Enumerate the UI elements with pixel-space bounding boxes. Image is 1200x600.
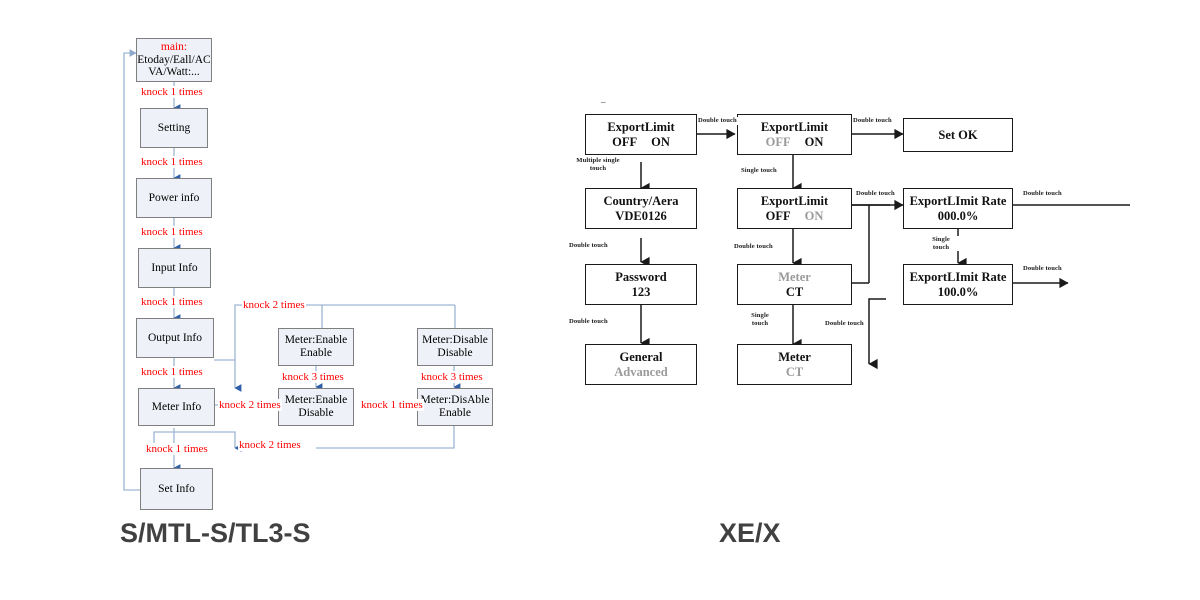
edge-label-e3-to-rate: Double touch [855, 190, 896, 198]
edge-label-bottom-return: knock 2 times [238, 439, 302, 451]
node-country-aera[interactable]: Country/Aera VDE0126 [585, 188, 697, 229]
node-country-aera-value: VDE0126 [615, 208, 667, 223]
node-meter-ct-2-title: Meter [778, 349, 811, 364]
node-exportlimit-2[interactable]: ExportLimit OFF ON [737, 114, 852, 155]
edge-label-country-to-e1: Multiple single touch [568, 157, 628, 173]
edge-label-output-to-meter: knock 1 times [140, 366, 204, 378]
node-rate-000-title: ExportLImit Rate [909, 193, 1007, 208]
edge-label-enabledisable-up: knock 3 times [281, 371, 345, 383]
node-exportlimit-3-values: OFF ON [766, 209, 824, 224]
edge-label-power-to-input: knock 1 times [140, 226, 204, 238]
edge-label-general-to-password: Double touch [568, 318, 609, 326]
node-power-info[interactable]: Power info [136, 178, 212, 218]
node-meter-enable-enable[interactable]: Meter:Enable Enable [278, 328, 354, 366]
edge-label-meter2-to-rate: Double touch [824, 320, 865, 328]
edge-label-rate000-to-rate100: Single touch [923, 236, 959, 252]
node-meter-info[interactable]: Meter Info [138, 388, 215, 426]
node-rate-000[interactable]: ExportLImit Rate 000.0% [903, 188, 1013, 229]
node-exportlimit-2-on: ON [804, 134, 824, 149]
node-power-info-label: Power info [148, 191, 200, 204]
edge-label-rate000-out: Double touch [1022, 190, 1063, 198]
node-main-line2: Etoday/Eall/AC [137, 53, 211, 66]
node-meter-disable-disable-line1: Meter:Disable [422, 334, 488, 347]
node-exportlimit-3-title: ExportLimit [760, 193, 829, 208]
node-input-info[interactable]: Input Info [138, 248, 211, 288]
node-exportlimit-2-title: ExportLimit [760, 119, 829, 134]
node-main[interactable]: main: Etoday/Eall/AC VA/Watt:... [136, 38, 212, 82]
node-exportlimit-1[interactable]: ExportLimit OFF ON [585, 114, 697, 155]
edge-label-rate100-out: Double touch [1022, 265, 1063, 273]
edge-label-e2-to-setok: Double touch [852, 117, 893, 125]
node-meter-enable-enable-line1: Meter:Enable [284, 334, 348, 347]
node-set-info[interactable]: Set Info [140, 468, 213, 510]
node-setting[interactable]: Setting [140, 108, 208, 148]
node-set-ok-label: Set OK [938, 127, 978, 142]
edge-label-e3-to-meter: Double touch [733, 243, 774, 251]
edge-label-main-to-setting: knock 1 times [140, 86, 204, 98]
node-general-advanced-value: Advanced [614, 364, 668, 379]
node-meter-disable-disable[interactable]: Meter:Disable Disable [417, 328, 493, 366]
edge-label-disableenable-up: knock 3 times [420, 371, 484, 383]
edge-label-e1-to-e2: Double touch [697, 117, 738, 125]
node-exportlimit-1-on: ON [651, 134, 670, 149]
node-output-info-label: Output Info [148, 331, 202, 344]
node-password[interactable]: Password 123 [585, 264, 697, 305]
node-main-line1: main: [160, 40, 188, 53]
node-input-info-label: Input Info [151, 261, 198, 274]
edge-label-e2-to-e3: Single touch [740, 167, 778, 175]
node-exportlimit-3[interactable]: ExportLimit OFF ON [737, 188, 852, 229]
edge-label-input-to-output: knock 1 times [140, 296, 204, 308]
node-set-ok[interactable]: Set OK [903, 118, 1013, 152]
edge-label-meterinfo-to-enabledisable: knock 2 times [218, 399, 282, 411]
node-meter-enable-disable[interactable]: Meter:Enable Disable [278, 388, 354, 426]
node-exportlimit-1-values: OFF ON [612, 135, 670, 150]
node-country-aera-title: Country/Aera [603, 193, 679, 208]
stray-mark: – [601, 97, 606, 107]
edge-label-meter-to-set: knock 1 times [145, 443, 209, 455]
node-password-value: 123 [631, 284, 651, 299]
node-meter-info-label: Meter Info [151, 400, 202, 413]
edge-label-top-branch: knock 2 times [242, 299, 306, 311]
node-main-line3: VA/Watt:... [148, 66, 200, 79]
node-meter-ct-1-title: Meter [778, 269, 811, 284]
node-meter-enable-disable-line2: Disable [298, 407, 334, 419]
node-meter-disable-enable[interactable]: Meter:DisAble Enable [417, 388, 493, 426]
node-meter-disable-enable-line1: Meter:DisAble [420, 394, 490, 407]
node-meter-disable-enable-line2: Enable [439, 407, 471, 419]
node-general-advanced-title: General [619, 349, 663, 364]
node-exportlimit-3-on: ON [804, 208, 824, 223]
chart-title-right: XE/X [719, 518, 781, 548]
node-exportlimit-3-off: OFF [765, 208, 791, 223]
edge-label-enabledisable-to-disable: knock 1 times [360, 399, 424, 411]
node-meter-disable-disable-line2: Disable [437, 347, 473, 359]
edge-label-setting-to-power: knock 1 times [140, 156, 204, 168]
node-output-info[interactable]: Output Info [136, 318, 214, 358]
node-exportlimit-1-title: ExportLimit [607, 119, 675, 134]
node-meter-ct-1-value: CT [785, 284, 804, 299]
node-password-title: Password [615, 269, 667, 284]
node-general-advanced[interactable]: General Advanced [585, 344, 697, 385]
node-meter-ct-2-value: CT [785, 364, 804, 379]
node-meter-ct-2[interactable]: Meter CT [737, 344, 852, 385]
edge-label-meter1-to-meter2: Single touch [742, 312, 778, 328]
node-exportlimit-1-off: OFF [612, 134, 638, 149]
node-meter-ct-1[interactable]: Meter CT [737, 264, 852, 305]
node-set-info-label: Set Info [158, 482, 195, 495]
node-rate-100-title: ExportLImit Rate [909, 269, 1007, 284]
node-rate-100-value: 100.0% [937, 284, 979, 299]
node-meter-enable-disable-line1: Meter:Enable [284, 394, 348, 407]
node-rate-000-value: 000.0% [937, 208, 979, 223]
node-meter-enable-enable-line2: Enable [300, 347, 332, 359]
node-rate-100[interactable]: ExportLImit Rate 100.0% [903, 264, 1013, 305]
node-exportlimit-2-values: OFF ON [766, 135, 824, 150]
node-setting-label: Setting [157, 121, 191, 134]
chart-title-left: S/MTL-S/TL3-S [120, 518, 311, 548]
node-exportlimit-2-off: OFF [765, 134, 791, 149]
diagram-canvas: main: Etoday/Eall/AC VA/Watt:... Setting… [0, 0, 1200, 600]
edge-label-password-to-country: Double touch [568, 242, 609, 250]
